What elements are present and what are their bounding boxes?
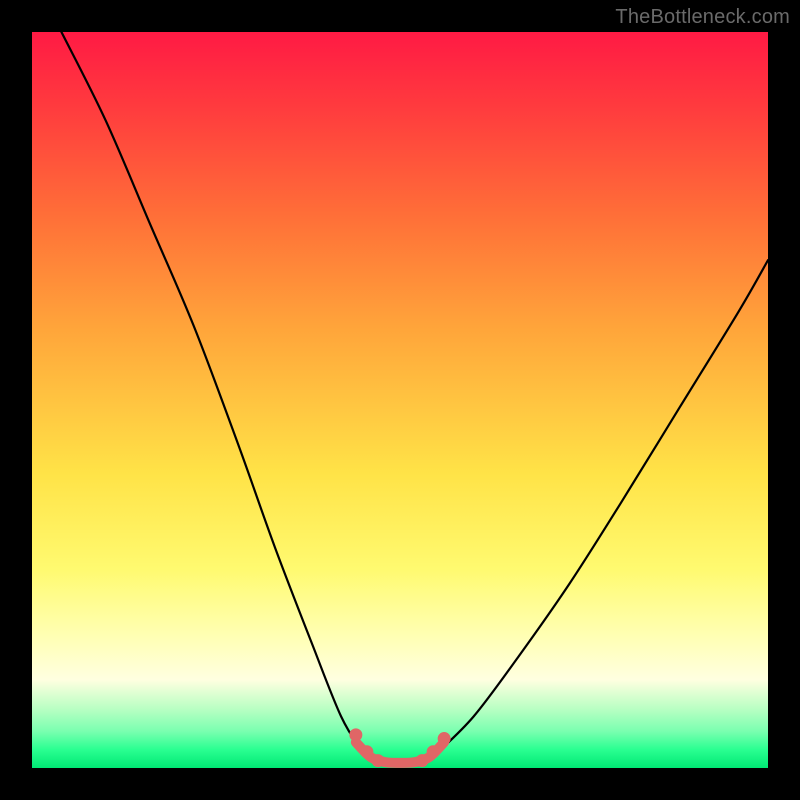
series-left-curve bbox=[61, 32, 363, 753]
marker-dot bbox=[438, 732, 451, 745]
marker-dot bbox=[427, 745, 440, 758]
marker-dot bbox=[349, 728, 362, 741]
marker-dot bbox=[371, 754, 384, 767]
plot-area bbox=[32, 32, 768, 768]
curve-overlay bbox=[32, 32, 768, 768]
watermark-text: TheBottleneck.com bbox=[615, 6, 790, 29]
series-right-curve bbox=[437, 260, 768, 753]
plot-paths bbox=[61, 32, 768, 767]
marker-dot bbox=[416, 754, 429, 767]
chart-frame: TheBottleneck.com bbox=[0, 0, 800, 800]
marker-dot bbox=[360, 745, 373, 758]
